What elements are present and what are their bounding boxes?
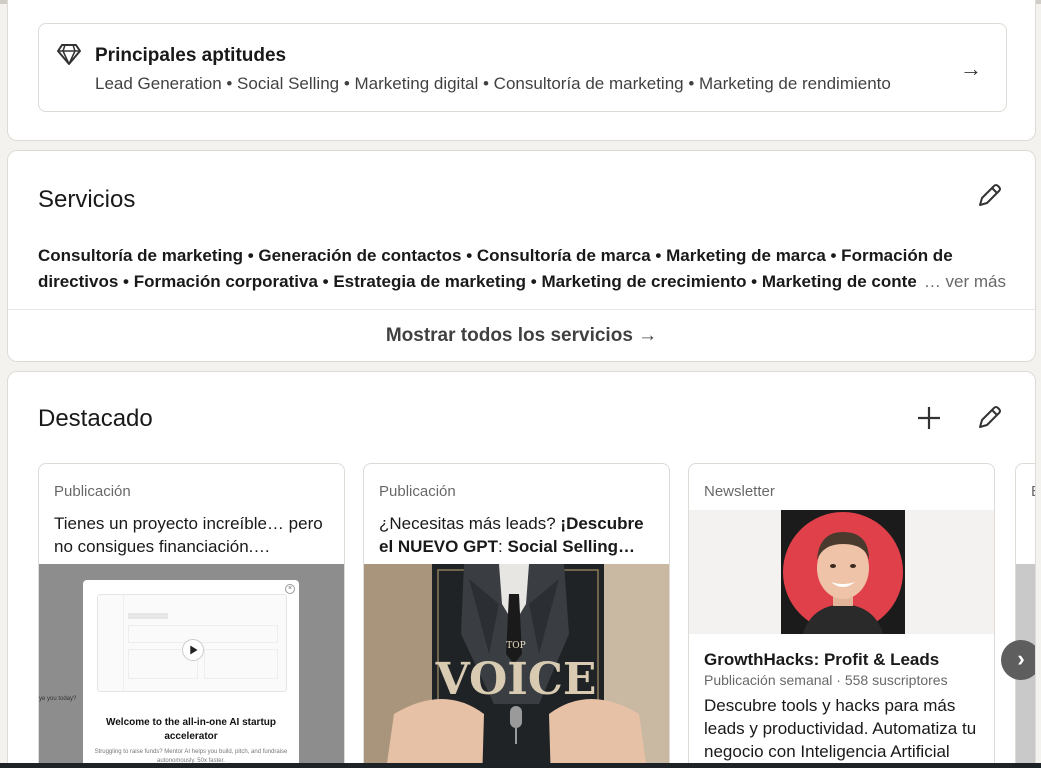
featured-card: Destacado Publicación Tienes un proyecto…	[7, 371, 1036, 768]
services-line-2: directivos • Formación corporativa • Est…	[38, 272, 916, 291]
play-icon	[182, 639, 204, 661]
featured-item-3[interactable]: Newsletter GrowthHacks: Profit & Leads P…	[688, 463, 995, 768]
add-plus-icon[interactable]	[915, 404, 943, 432]
startup-modal: × Welcome to the all-in-one AI startup a…	[83, 580, 299, 768]
featured-item-4-peek[interactable]: E	[1015, 463, 1035, 768]
show-all-services-button[interactable]: Mostrar todos los servicios →	[8, 310, 1035, 361]
close-icon: ×	[285, 584, 295, 594]
top-skills-title: Principales aptitudes	[95, 45, 287, 66]
featured-item-text: ¿Necesitas más leads? ¡Descubre el NUEVO…	[379, 514, 644, 556]
newsletter-meta: Publicación semanal · 558 suscriptores	[704, 672, 948, 688]
diamond-icon	[57, 44, 81, 65]
services-list: Consultoría de marketing • Generación de…	[38, 243, 1006, 295]
see-more-link[interactable]: … ver más	[924, 269, 1006, 295]
top-skills-box[interactable]: Principales aptitudes Lead Generation • …	[38, 23, 1007, 112]
top-voice-image: TOP VOICE	[364, 564, 669, 768]
featured-item-type: Publicación	[379, 483, 456, 500]
skills-card: Principales aptitudes Lead Generation • …	[7, 0, 1036, 141]
featured-item-type: E	[1031, 483, 1035, 500]
newsletter-header	[689, 510, 994, 634]
top-voice-illustration: TOP VOICE	[364, 564, 669, 768]
featured-heading: Destacado	[38, 405, 153, 432]
featured-item-type: Newsletter	[704, 483, 775, 500]
edit-pencil-icon[interactable]	[975, 182, 1003, 210]
startup-title: Welcome to the all-in-one AI startup acc…	[105, 717, 276, 742]
services-line-1: Consultoría de marketing • Generación de…	[38, 246, 953, 265]
arrow-right-icon[interactable]: →	[960, 56, 982, 82]
side-caption: ye you today?	[39, 696, 77, 702]
newsletter-description: Descubre tools y hacks para más leads y …	[704, 696, 977, 761]
featured-item-2[interactable]: Publicación ¿Necesitas más leads? ¡Descu…	[363, 463, 670, 768]
svg-text:VOICE: VOICE	[435, 654, 597, 705]
svg-text:TOP: TOP	[506, 641, 525, 651]
bottom-edge	[0, 763, 1041, 768]
services-card: Servicios Consultoría de marketing • Gen…	[7, 150, 1036, 362]
edit-pencil-icon[interactable]	[975, 404, 1003, 432]
services-heading: Servicios	[38, 186, 136, 213]
top-skills-list: Lead Generation • Social Selling • Marke…	[95, 74, 891, 93]
app-preview	[97, 594, 287, 692]
featured-item-type: Publicación	[54, 483, 131, 500]
featured-item-text: Tienes un proyecto increíble… pero no co…	[54, 514, 323, 556]
featured-item-1[interactable]: Publicación Tienes un proyecto increíble…	[38, 463, 345, 768]
startup-screenshot-image: ye you today? × Welcome to the all-in-on…	[39, 564, 344, 768]
newsletter-avatar	[781, 510, 905, 634]
newsletter-title: GrowthHacks: Profit & Leads	[704, 650, 940, 669]
carousel-next-button[interactable]: ›	[1001, 640, 1035, 680]
